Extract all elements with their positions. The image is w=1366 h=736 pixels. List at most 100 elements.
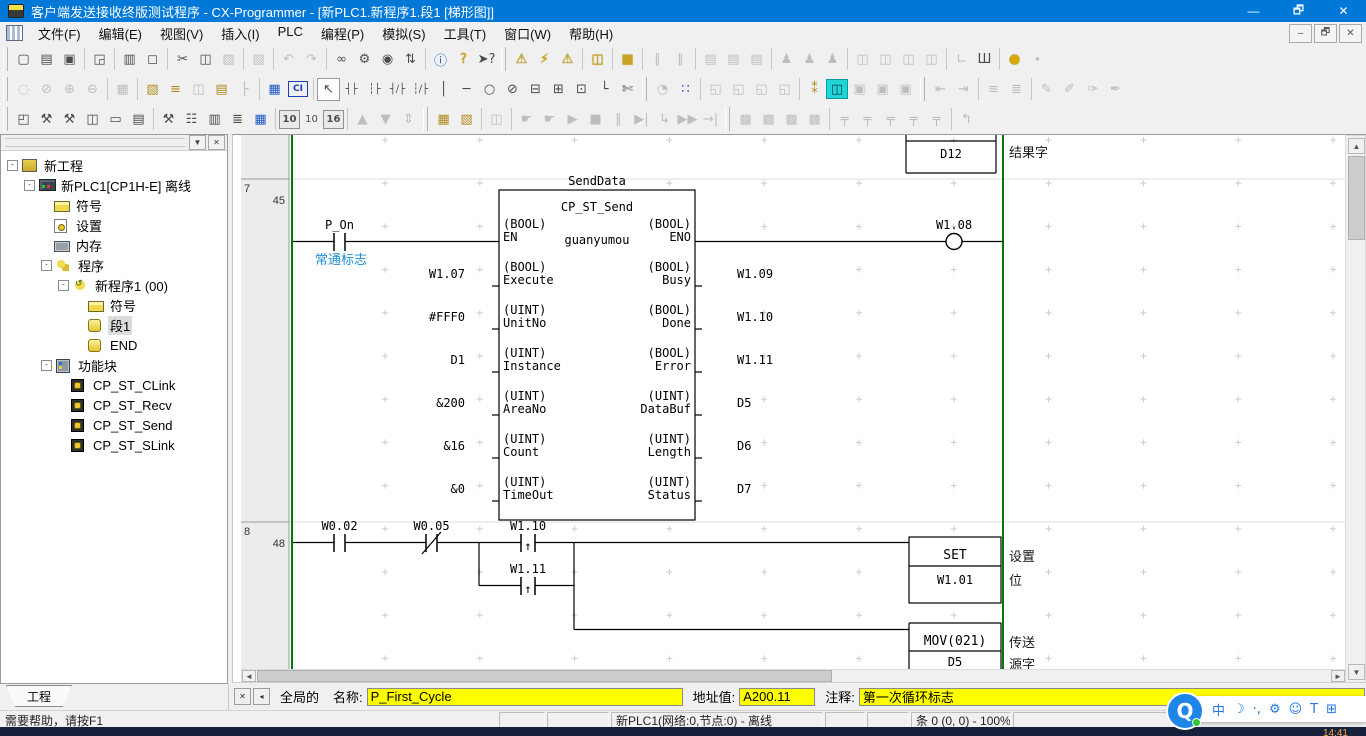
copy-button[interactable]: ◫ [194, 47, 217, 71]
ladder-diagram-view[interactable]: 745848D12结果字P_On常通标志SendDataCP_ST_Sendgu… [232, 134, 1366, 682]
set-timer-counter-4-button[interactable]: ╤ [902, 107, 925, 131]
paste-button[interactable]: ▨ [217, 47, 240, 71]
show-grid-button[interactable]: ▦ [111, 77, 134, 101]
rebuild-all-button[interactable]: ⚒ [58, 107, 81, 131]
fb-operand-error[interactable]: W1.11 [737, 353, 773, 367]
redo-button[interactable]: ↷ [300, 47, 323, 71]
window-monitor-4-button[interactable]: ◫ [920, 47, 943, 71]
watch-window-3-button[interactable]: ◱ [750, 77, 773, 101]
menu-4[interactable]: 插入(I) [212, 22, 268, 45]
menu-7[interactable]: 模拟(S) [373, 22, 434, 45]
rung-margin[interactable] [241, 135, 289, 669]
watch-window-2-button[interactable]: ◱ [727, 77, 750, 101]
minimize-button[interactable]: — [1231, 0, 1276, 22]
fb-header-senddata[interactable]: SendData [568, 174, 626, 188]
new-instruction-box-button[interactable]: ⊟ [524, 77, 547, 101]
print-button[interactable]: ▥ [118, 47, 141, 71]
build-hammer-button[interactable]: ⚒ [35, 107, 58, 131]
coil-w1-08[interactable] [946, 234, 962, 250]
set-timer-counter-1-button[interactable]: ╤ [833, 107, 856, 131]
step-in-button[interactable]: ↳ [653, 107, 676, 131]
set-op[interactable]: SET [943, 548, 967, 563]
fb-pin-databuf[interactable]: DataBuf [640, 402, 691, 416]
zoom-select-button[interactable]: ◌ [12, 77, 35, 101]
emoji-icon[interactable]: ☺ [1289, 702, 1303, 717]
outdent-rung-button[interactable]: ⇤ [929, 77, 952, 101]
scroll-down-button[interactable]: ▼ [1348, 664, 1365, 680]
toolbar-grip[interactable] [3, 77, 8, 101]
hscroll-thumb[interactable] [257, 670, 832, 682]
new-file-button[interactable]: ▢ [12, 47, 35, 71]
punctuation-mode-icon[interactable]: ·, [1253, 702, 1261, 717]
fb-pin-execute[interactable]: Execute [503, 273, 554, 287]
rung7-step[interactable]: 45 [273, 195, 285, 207]
open-file-button[interactable]: ▤ [35, 47, 58, 71]
fb-operand-length[interactable]: D6 [737, 439, 751, 453]
mov-op[interactable]: MOV(021) [924, 634, 987, 649]
tree-item-end[interactable]: END [1, 335, 227, 355]
io-table-button[interactable]: ▦ [249, 107, 272, 131]
menu-6[interactable]: 编程(P) [312, 22, 373, 45]
new-l-connection-button[interactable]: └ [593, 77, 616, 101]
contact-w0-02[interactable]: W0.02 [321, 519, 357, 533]
sogou-logo-icon[interactable]: Q [1166, 692, 1204, 730]
program-check-1-button[interactable]: ▤ [699, 47, 722, 71]
fb-pin-status[interactable]: Status [648, 488, 691, 502]
full-half-width-moon-icon[interactable]: ☽ [1233, 702, 1245, 717]
contact-w0-05[interactable]: W0.05 [413, 519, 449, 533]
menu-1[interactable]: 文件(F) [29, 22, 90, 45]
tree-item-cp_st_clink[interactable]: CP_ST_CLink [1, 375, 227, 395]
fb-title[interactable]: CP_ST_Send [561, 200, 633, 214]
protect-release-button[interactable]: ∙ [1026, 47, 1049, 71]
cut-button[interactable]: ✂ [171, 47, 194, 71]
differential-monitor-2-button[interactable]: ▩ [757, 107, 780, 131]
stop-button[interactable]: ■ [584, 107, 607, 131]
pause-trigger-button[interactable]: ∥ [669, 47, 692, 71]
select-mode-button[interactable]: ↖ [317, 78, 340, 101]
show-program-tree-button[interactable]: ├ [233, 77, 256, 101]
toolbar-grip[interactable] [642, 77, 647, 101]
step-run-button[interactable]: ▶| [630, 107, 653, 131]
return-jump-button[interactable]: ↰ [955, 107, 978, 131]
window-view-2-button[interactable]: ▣ [848, 77, 871, 101]
menu-5[interactable]: PLC [269, 22, 312, 45]
differential-monitor-4-button[interactable]: ▩ [803, 107, 826, 131]
fb-pin-unitno[interactable]: UnitNo [503, 316, 546, 330]
contact-w1-11[interactable]: W1.11 [510, 562, 546, 576]
cross-reference-button[interactable]: ⚒ [157, 107, 180, 131]
mdi-minimize-button[interactable]: – [1289, 24, 1312, 43]
scroll-left-button[interactable]: ◄ [242, 670, 256, 682]
close-button[interactable]: ✕ [1321, 0, 1366, 22]
watch-window-4-button[interactable]: ◱ [773, 77, 796, 101]
online-edit-send-button[interactable]: ♟ [775, 47, 798, 71]
differential-monitor-3-button[interactable]: ▩ [780, 107, 803, 131]
find-button[interactable]: ∞ [330, 47, 353, 71]
set-timer-counter-5-button[interactable]: ╤ [925, 107, 948, 131]
new-contact-button[interactable]: ┤├ [340, 77, 363, 101]
cascade-windows-button[interactable]: ◰ [12, 107, 35, 131]
address-reference-tool-button[interactable]: ☷ [180, 107, 203, 131]
new-pou-box-button[interactable]: ⊞ [547, 77, 570, 101]
tree-item--[interactable]: 符号 [1, 295, 227, 315]
set-timer-counter-2-button[interactable]: ╤ [856, 107, 879, 131]
view-mnemonics-button[interactable]: ▦ [263, 77, 286, 101]
work-online-button[interactable]: ☛ [515, 107, 538, 131]
new-closed-coil-button[interactable]: ⊘ [501, 77, 524, 101]
monitor-decimal-button[interactable]: 10 [279, 110, 300, 129]
work-online-simulator-button[interactable]: ☛ [538, 107, 561, 131]
toolbar-grip[interactable] [423, 107, 428, 131]
paste-special-button[interactable]: ▧ [247, 47, 270, 71]
tree-item--[interactable]: -功能块 [1, 355, 227, 375]
protect-lock-button[interactable]: ● [1003, 47, 1026, 71]
program-check-3-button[interactable]: ▤ [745, 47, 768, 71]
window-monitor-2-button[interactable]: ◫ [874, 47, 897, 71]
toolbar-grip[interactable] [920, 77, 925, 101]
window-monitor-1-button[interactable]: ◫ [851, 47, 874, 71]
zoom-in-button[interactable]: ⊕ [58, 77, 81, 101]
contact-p-on[interactable]: P_On [325, 218, 354, 232]
transfer-to-plc-button[interactable]: ▦ [432, 107, 455, 131]
fb-pin-en[interactable]: EN [503, 230, 517, 244]
rung7-number[interactable]: 7 [244, 183, 250, 195]
set-operand-w1-01[interactable]: W1.01 [937, 573, 973, 587]
new-view-button[interactable]: ▭ [104, 107, 127, 131]
